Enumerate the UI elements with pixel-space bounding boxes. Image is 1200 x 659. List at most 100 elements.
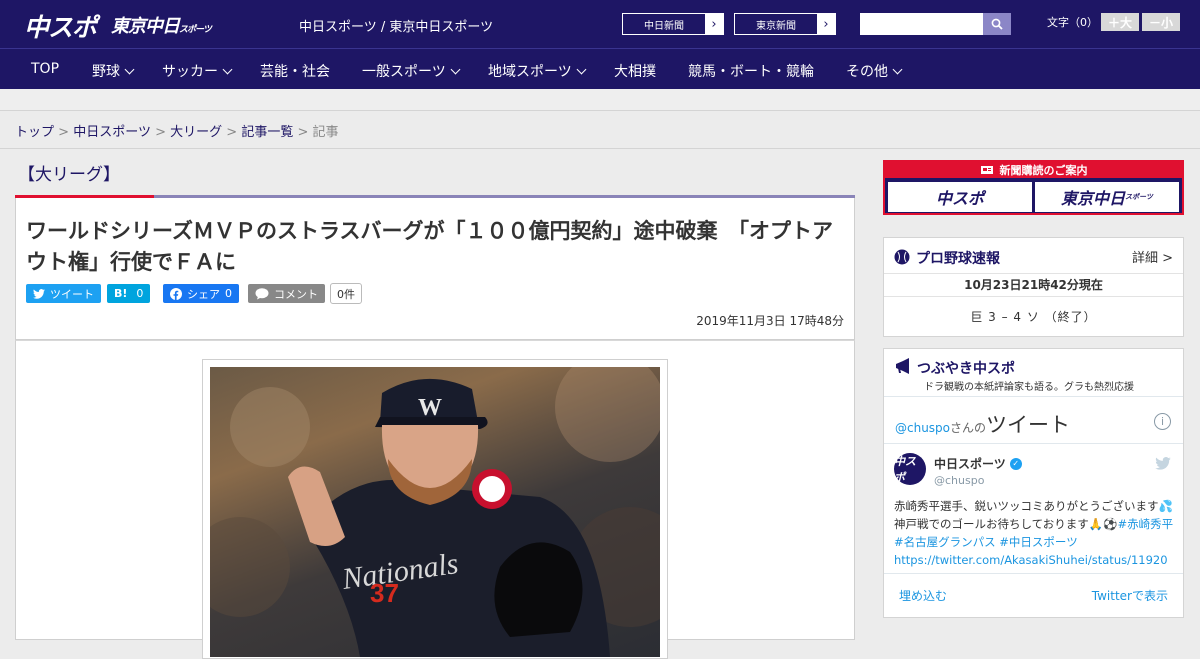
account-name-row[interactable]: 中日スポーツ ✓	[934, 455, 1022, 472]
font-size-label: 文字（0）	[1047, 16, 1098, 29]
divider	[0, 148, 1200, 149]
twitter-widget: つぶやき中スポ ドラ観戦の本紙評論家も語る。グラも熱烈応援 @chuspoさんの…	[883, 348, 1184, 618]
newspaper-icon	[980, 166, 993, 174]
breadcrumb-separator: >	[226, 125, 238, 140]
megaphone-icon	[896, 358, 909, 374]
chevron-down-icon	[576, 64, 587, 74]
facebook-share-button[interactable]: シェア 0	[163, 284, 239, 303]
facebook-icon	[170, 287, 182, 300]
nav-item-general-sports[interactable]: 一般スポーツ	[362, 61, 461, 81]
tokyo-logo-small: スポーツ	[179, 25, 212, 35]
breadcrumb-link[interactable]: 大リーグ	[170, 125, 222, 140]
baseball-icon	[894, 249, 910, 265]
top-header: 中スポ 東京中日スポーツ 中日スポーツ / 東京中日スポーツ 中日新聞 › 東京…	[0, 0, 1200, 48]
banner-title: 新聞購読のご案内	[999, 164, 1088, 177]
paper-link-label: 中日新聞	[644, 20, 684, 32]
breadcrumb-separator: >	[155, 125, 166, 140]
tokyo-subscribe-text: 東京中日	[1061, 189, 1126, 208]
tokyo-chunichi-logo[interactable]: 東京中日スポーツ	[111, 12, 212, 38]
breadcrumb-link[interactable]: 中日スポーツ	[73, 125, 151, 140]
timeline-handle-link[interactable]: @chuspo	[895, 421, 950, 435]
nav-item-baseball[interactable]: 野球	[92, 61, 135, 81]
tokyo-shimbun-link[interactable]: 東京新聞 ›	[734, 13, 836, 35]
chuspo-subscribe-button[interactable]: 中スポ	[888, 182, 1032, 212]
account-name: 中日スポーツ	[934, 457, 1006, 471]
nav-item-label: 競馬・ボート・競輪	[688, 64, 814, 80]
info-icon[interactable]: i	[1154, 413, 1171, 430]
nav-item-label: 一般スポーツ	[362, 64, 446, 80]
sub-nav-strip	[0, 89, 1200, 111]
chuspo-logo[interactable]: 中スポ	[24, 8, 97, 44]
twitter-bird-icon[interactable]	[1155, 457, 1171, 470]
hatena-bookmark-button[interactable]: B! 0	[107, 284, 151, 303]
breadcrumb-link[interactable]: 記事一覧	[241, 125, 293, 140]
tokyo-subscribe-button[interactable]: 東京中日 スポーツ	[1035, 182, 1179, 212]
avatar[interactable]: 中スポ	[894, 453, 926, 485]
nav-item-label: その他	[846, 64, 888, 80]
chevron-down-icon	[222, 64, 233, 74]
main-nav: TOP 野球 サッカー 芸能・社会 一般スポーツ 地域スポーツ 大相撲 競馬・ボ…	[0, 48, 1200, 89]
breadcrumb-link[interactable]: トップ	[15, 125, 54, 140]
view-on-twitter-link[interactable]: Twitterで表示	[1092, 587, 1168, 604]
search-button[interactable]	[983, 13, 1011, 35]
font-increase-button[interactable]: ＋大	[1101, 13, 1139, 31]
chevron-down-icon	[450, 64, 461, 74]
divider	[884, 573, 1183, 574]
nav-item-top[interactable]: TOP	[31, 61, 59, 77]
article-photo[interactable]: W Nationals 37	[210, 367, 660, 657]
chevron-down-icon	[124, 64, 135, 74]
comment-label: コメント	[274, 287, 318, 301]
font-decrease-button[interactable]: －小	[1142, 13, 1180, 31]
jersey-number: 37	[370, 578, 399, 608]
score-timestamp: 10月23日21時42分現在	[884, 273, 1183, 297]
score-game-result[interactable]: 巨 3 – 4 ソ （終了）	[884, 308, 1183, 325]
chevron-right-icon: ›	[705, 14, 723, 34]
nav-item-racing[interactable]: 競馬・ボート・競輪	[688, 61, 814, 81]
tokyo-logo-text: 東京中日	[111, 16, 180, 37]
timeline-header: @chuspoさんのツイート	[895, 409, 1070, 439]
timeline-san: さんの	[950, 421, 987, 435]
score-title: プロ野球速報	[916, 251, 1000, 267]
embedded-timeline: @chuspoさんのツイート i 中スポ 中日スポーツ ✓ @chuspo 赤崎…	[884, 396, 1183, 618]
comment-button[interactable]: コメント	[248, 284, 325, 303]
hatena-count: 0	[136, 287, 144, 300]
search-icon	[991, 18, 1003, 30]
tweet-url[interactable]: https://twitter.com/AkasakiShuhei/status…	[894, 553, 1168, 569]
account-handle[interactable]: @chuspo	[934, 474, 984, 487]
cap-letter: W	[418, 395, 442, 421]
banner-header: 新聞購読のご案内	[885, 162, 1182, 178]
breadcrumb-current: 記事	[312, 125, 339, 140]
chevron-down-icon	[892, 64, 903, 74]
article-photo-frame: W Nationals 37	[202, 359, 668, 659]
site-title[interactable]: 中日スポーツ / 東京中日スポーツ	[299, 16, 493, 35]
comment-count: 0件	[330, 283, 362, 304]
article-date: 2019年11月3日 17時48分	[696, 314, 844, 328]
nav-item-label: 野球	[92, 64, 120, 80]
nav-item-sumo[interactable]: 大相撲	[614, 61, 656, 81]
article-title: ワールドシリーズＭＶＰのストラスバーグが「１００億円契約」途中破棄 「オプトアウ…	[26, 219, 834, 274]
embed-link[interactable]: 埋め込む	[899, 587, 947, 604]
tweet-button[interactable]: ツイート	[26, 284, 101, 303]
breadcrumb-separator: >	[58, 125, 70, 140]
tweet-text: 赤崎秀平選手、鋭いツッコミありがとうございます💦神戸戦でのゴールお待ちしておりま…	[894, 497, 1174, 569]
article-header: ワールドシリーズＭＶＰのストラスバーグが「１００億円契約」途中破棄 「オプトアウ…	[15, 198, 855, 340]
nav-item-label: 地域スポーツ	[488, 64, 572, 80]
nav-item-entertainment[interactable]: 芸能・社会	[260, 61, 330, 81]
nav-item-soccer[interactable]: サッカー	[162, 61, 233, 81]
tweets-title: つぶやき中スポ	[917, 361, 1015, 377]
pitcher-illustration: W Nationals 37	[210, 367, 660, 657]
paper-link-label: 東京新聞	[756, 20, 796, 32]
nav-item-local-sports[interactable]: 地域スポーツ	[488, 61, 587, 81]
score-detail-link[interactable]: 詳細 >	[1132, 247, 1173, 266]
chunichi-shimbun-link[interactable]: 中日新聞 ›	[622, 13, 724, 35]
nav-item-other[interactable]: その他	[846, 61, 903, 81]
nav-item-label: TOP	[31, 61, 60, 77]
article-category[interactable]: 【大リーグ】	[18, 160, 120, 185]
tweets-subtitle: ドラ観戦の本紙評論家も語る。グラも熱烈応援	[924, 382, 1134, 393]
twitter-bird-icon	[33, 288, 45, 299]
article-body: W Nationals 37	[15, 340, 855, 659]
verified-badge-icon: ✓	[1009, 457, 1022, 470]
search-input[interactable]	[860, 13, 983, 35]
tweet-label: ツイート	[50, 287, 94, 301]
subscription-banner[interactable]: 新聞購読のご案内 中スポ 東京中日 スポーツ	[883, 160, 1184, 215]
